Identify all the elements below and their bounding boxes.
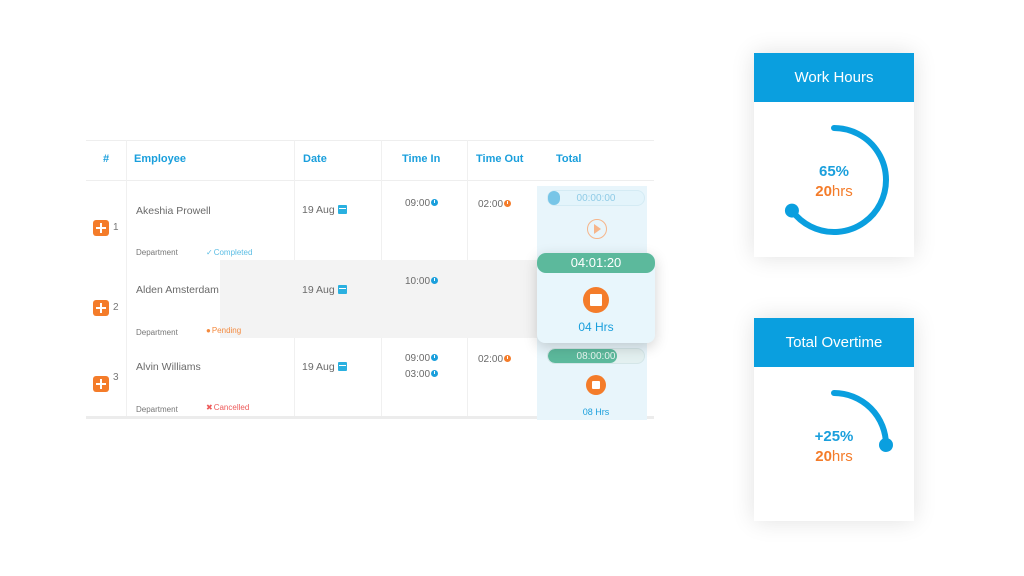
- timer-text: 08:00:00: [576, 351, 616, 362]
- divider: [126, 140, 127, 418]
- calendar-icon[interactable]: [337, 285, 347, 294]
- department-label: Department: [136, 248, 178, 257]
- divider: [86, 140, 654, 141]
- employee-name[interactable]: Alden Amsterdam: [136, 284, 219, 296]
- calendar-icon[interactable]: [337, 362, 347, 371]
- expand-row-button[interactable]: [93, 300, 109, 316]
- clock-icon: [431, 277, 439, 284]
- date-cell: 19 Aug: [302, 204, 347, 216]
- timer-display: 08:00:00: [547, 348, 645, 364]
- status-badge: ●Pending: [206, 326, 241, 335]
- header-number: #: [103, 153, 110, 165]
- stop-button[interactable]: [586, 375, 606, 395]
- clock-icon: [504, 200, 512, 207]
- clock-icon: [431, 370, 439, 377]
- hours-number: 20: [815, 448, 832, 465]
- time-in-text: 09:00: [405, 353, 431, 364]
- divider: [467, 140, 468, 260]
- divider: [381, 140, 382, 260]
- clock-icon: [431, 354, 439, 361]
- date-cell: 19 Aug: [302, 361, 347, 373]
- play-button[interactable]: [587, 219, 607, 239]
- time-in-text: 09:00: [405, 198, 431, 209]
- clock-icon: [431, 199, 439, 206]
- date-cell: 19 Aug: [302, 284, 347, 296]
- expand-row-button[interactable]: [93, 220, 109, 236]
- active-timer-card: 04:01:20 04 Hrs: [537, 253, 655, 343]
- header-date[interactable]: Date: [303, 153, 327, 165]
- status-text: Completed: [213, 248, 253, 257]
- work-hours-card: Work Hours 65% 20hrs: [754, 53, 914, 257]
- divider: [294, 338, 295, 416]
- status-badge: ✖Cancelled: [206, 403, 249, 412]
- time-in-text: 03:00: [405, 369, 431, 380]
- user-icon: ●: [206, 326, 211, 335]
- clock-icon: [504, 355, 512, 362]
- time-in-text: 10:00: [405, 276, 431, 287]
- time-out-text: 02:00: [478, 354, 504, 365]
- time-in: 09:00: [405, 198, 439, 209]
- status-badge: ✓Completed: [206, 248, 252, 257]
- percent-value: +25%: [814, 428, 854, 445]
- hours-number: 20: [815, 183, 832, 200]
- status-text: Pending: [211, 326, 242, 335]
- hours-value: 20hrs: [754, 448, 914, 465]
- date-text: 19 Aug: [302, 204, 335, 216]
- department-label: Department: [136, 405, 178, 414]
- header-total[interactable]: Total: [556, 153, 581, 165]
- employee-name[interactable]: Akeshia Prowell: [136, 205, 211, 217]
- timer-text: 00:00:00: [576, 193, 616, 204]
- employee-name[interactable]: Alvin Williams: [136, 361, 201, 373]
- time-in: 09:00: [405, 353, 439, 364]
- total-overtime-card: Total Overtime +25% 20hrs: [754, 318, 914, 521]
- timer-display: 00:00:00: [547, 190, 645, 206]
- row-number: 1: [113, 222, 119, 233]
- status-text: Cancelled: [213, 403, 250, 412]
- time-in: 10:00: [405, 276, 439, 287]
- total-hours: 08 Hrs: [582, 407, 610, 417]
- divider: [381, 338, 382, 416]
- time-out: 02:00: [478, 199, 512, 210]
- timer-display: 04:01:20: [537, 253, 655, 273]
- header-time-in[interactable]: Time In: [402, 153, 440, 165]
- percent-value: 65%: [818, 163, 850, 180]
- date-text: 19 Aug: [302, 284, 335, 296]
- date-text: 19 Aug: [302, 361, 335, 373]
- gauge-end-dot: [784, 203, 799, 218]
- hours-unit: hrs: [831, 183, 853, 200]
- stop-button[interactable]: [583, 287, 609, 313]
- gauge-arc: [788, 125, 889, 235]
- header-time-out[interactable]: Time Out: [476, 153, 523, 165]
- card-title: Work Hours: [754, 53, 914, 102]
- department-label: Department: [136, 328, 178, 337]
- x-icon: ✖: [206, 403, 213, 412]
- divider: [467, 338, 468, 416]
- card-title: Total Overtime: [754, 318, 914, 367]
- time-out: 02:00: [478, 354, 512, 365]
- row-number: 2: [113, 302, 119, 313]
- check-icon: ✓: [206, 248, 213, 257]
- time-out-text: 02:00: [478, 199, 504, 210]
- timer-progress-knob[interactable]: [548, 191, 560, 205]
- divider: [86, 180, 654, 181]
- row-number: 3: [113, 372, 119, 383]
- header-employee[interactable]: Employee: [134, 153, 186, 165]
- hours-unit: hrs: [831, 448, 853, 465]
- time-in: 03:00: [405, 369, 439, 380]
- expand-row-button[interactable]: [93, 376, 109, 392]
- hours-value: 20hrs: [754, 183, 914, 200]
- total-hours: 04 Hrs: [578, 320, 614, 334]
- calendar-icon[interactable]: [337, 205, 347, 214]
- divider: [294, 140, 295, 260]
